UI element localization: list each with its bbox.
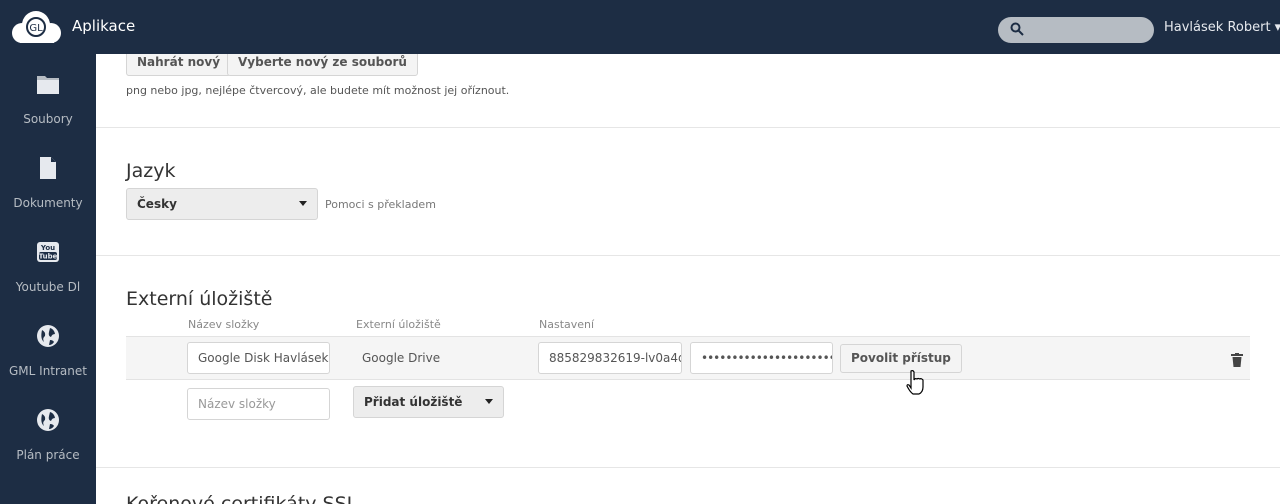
settings-content: Nahrát nový Vyberte nový ze souborů png …	[96, 54, 1280, 504]
column-header-settings: Nastavení	[539, 318, 595, 331]
language-select[interactable]: Česky	[126, 188, 318, 220]
language-title: Jazyk	[126, 160, 176, 182]
app-title[interactable]: Aplikace	[72, 17, 135, 35]
hand-cursor-icon	[906, 370, 924, 395]
search-input[interactable]	[998, 17, 1154, 43]
upload-new-button[interactable]: Nahrát nový	[126, 54, 232, 76]
storage-type: Google Drive	[362, 351, 441, 365]
sidebar-item-label: Dokumenty	[13, 196, 83, 210]
folder-name-input[interactable]: Google Disk Havlásek	[187, 342, 330, 374]
globe-icon	[37, 325, 59, 347]
trash-icon[interactable]	[1231, 353, 1243, 367]
globe-icon	[37, 409, 59, 431]
external-storage-section: Externí úložiště Název složky Externí úl…	[96, 256, 1280, 468]
external-storage-title: Externí úložiště	[126, 288, 273, 310]
folder-icon	[37, 76, 59, 94]
ssl-title: Kořenové certifikáty SSL	[126, 493, 358, 504]
sidebar-item-work-plan[interactable]: Plán práce	[0, 390, 96, 474]
svg-text:GL: GL	[29, 23, 43, 34]
user-menu[interactable]: Havlásek Robert ▾	[1164, 20, 1280, 35]
document-icon	[40, 157, 56, 179]
sidebar-item-files[interactable]: Soubory	[0, 54, 96, 138]
youtube-icon: You Tube	[37, 242, 59, 262]
ssl-section: Kořenové certifikáty SSL	[96, 468, 1280, 504]
search-icon	[1010, 22, 1024, 36]
client-id-input[interactable]: 885829832619-lv0a4d7	[538, 342, 682, 374]
avatar-hint: png nebo jpg, nejlépe čtvercový, ale bud…	[126, 84, 510, 97]
language-select-value: Česky	[137, 197, 177, 211]
sidebar-item-youtube-dl[interactable]: You Tube Youtube Dl	[0, 222, 96, 306]
top-header: GL Aplikace Havlásek Robert ▾	[0, 0, 1280, 54]
grant-access-button[interactable]: Povolit přístup	[840, 344, 962, 373]
choose-from-files-button[interactable]: Vyberte nový ze souborů	[227, 54, 418, 76]
sidebar-item-label: Youtube Dl	[15, 280, 81, 294]
client-secret-input[interactable]: ••••••••••••••••••••••••	[690, 342, 833, 374]
logo-icon[interactable]: GL	[8, 7, 64, 47]
help-translate-link[interactable]: Pomoci s překladem	[325, 198, 436, 211]
sidebar-item-label: Soubory	[23, 112, 73, 126]
sidebar-item-label: Plán práce	[16, 448, 80, 462]
svg-text:Tube: Tube	[39, 253, 58, 261]
sidebar-item-gml-intranet[interactable]: GML Intranet	[0, 306, 96, 390]
sidebar-item-label: GML Intranet	[9, 364, 87, 378]
chevron-down-icon	[299, 201, 307, 206]
column-header-folder: Název složky	[188, 318, 260, 331]
add-storage-label: Přidat úložiště	[364, 395, 463, 409]
new-folder-name-input[interactable]: Název složky	[187, 388, 330, 420]
column-header-storage: Externí úložiště	[356, 318, 441, 331]
avatar-section: Nahrát nový Vyberte nový ze souborů png …	[96, 54, 1280, 128]
app-sidebar: Soubory Dokumenty You Tube Youtube Dl GM…	[0, 54, 96, 504]
svg-text:You: You	[40, 244, 55, 252]
sidebar-item-documents[interactable]: Dokumenty	[0, 138, 96, 222]
chevron-down-icon	[485, 399, 493, 404]
add-storage-select[interactable]: Přidat úložiště	[353, 386, 504, 418]
language-section: Jazyk Česky Pomoci s překladem	[96, 128, 1280, 256]
